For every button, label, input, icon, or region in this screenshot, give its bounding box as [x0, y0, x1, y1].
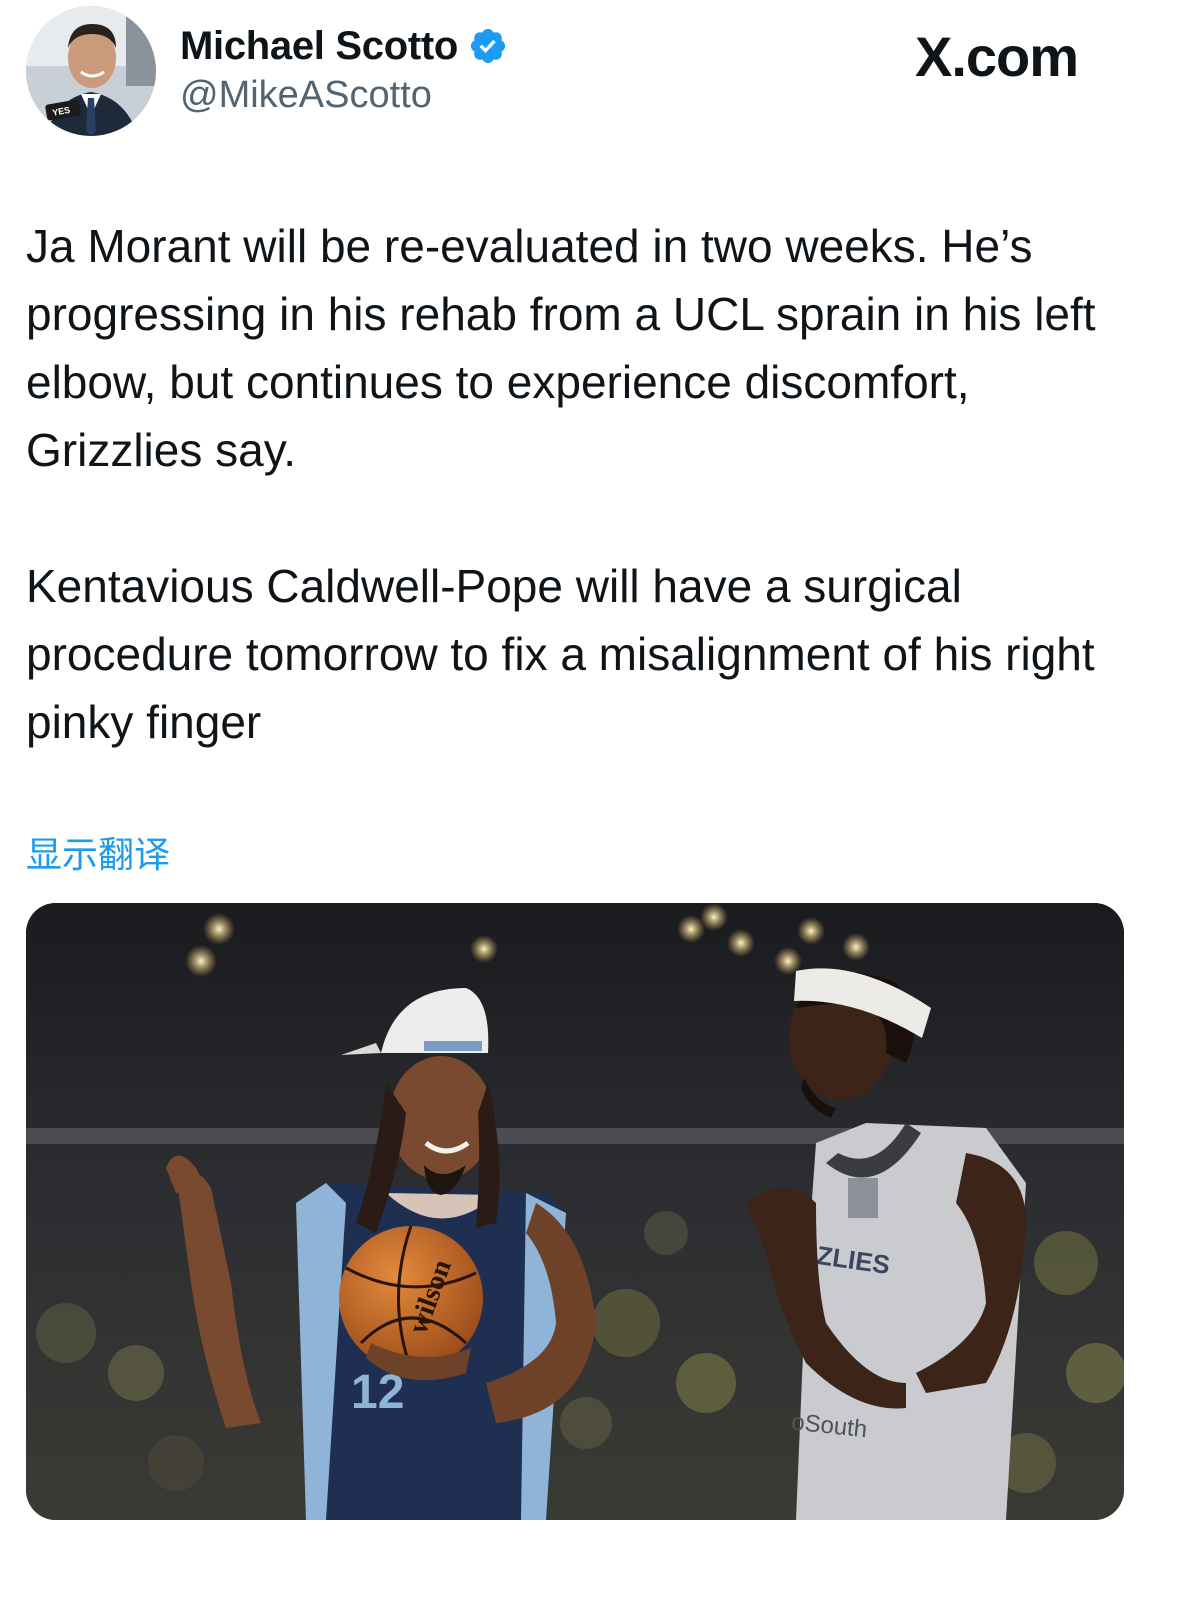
- tweet-paragraph-2: Kentavious Caldwell-Pope will have a sur…: [26, 560, 1095, 748]
- tweet-paragraph-1: Ja Morant will be re-evaluated in two we…: [26, 220, 1096, 476]
- author-handle[interactable]: @MikeAScotto: [180, 74, 432, 117]
- photo-two-basketball-players: 12 wilson ZLIES oSouth: [26, 903, 1124, 1520]
- author-name[interactable]: Michael Scotto: [180, 24, 458, 69]
- show-translation-link[interactable]: 显示翻译: [26, 826, 170, 878]
- avatar[interactable]: YES: [26, 6, 156, 136]
- avatar-image: YES: [26, 6, 156, 136]
- verified-badge-icon: [470, 28, 506, 64]
- tweet-text: Ja Morant will be re-evaluated in two we…: [26, 212, 1146, 756]
- brand-watermark: X.com: [915, 25, 1079, 88]
- author-name-row[interactable]: Michael Scotto: [180, 18, 508, 74]
- tweet-media-image[interactable]: 12 wilson ZLIES oSouth: [26, 903, 1124, 1520]
